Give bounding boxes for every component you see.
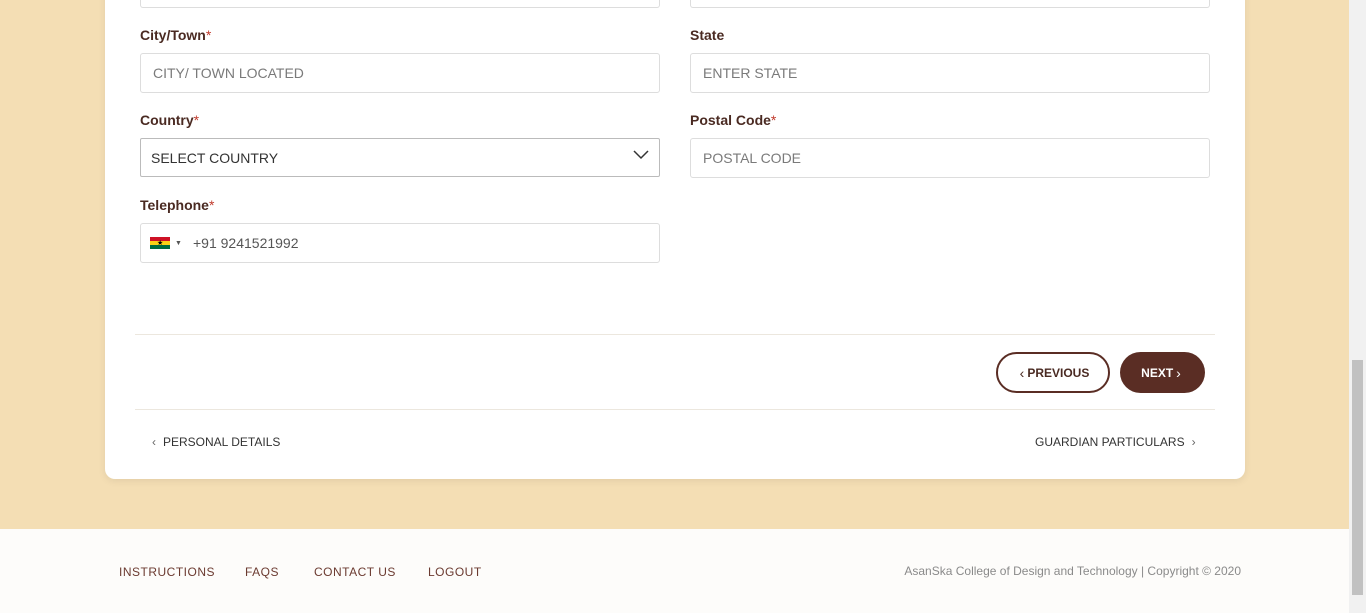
next-button-label: NEXT	[1141, 365, 1174, 380]
postal-label-text: Postal Code	[690, 112, 771, 128]
prev-step-link[interactable]: ‹ PERSONAL DETAILS	[152, 435, 280, 449]
city-label-text: City/Town	[140, 27, 206, 43]
required-marker: *	[205, 27, 212, 43]
postal-code-input[interactable]	[690, 138, 1210, 178]
footer-link-faqs[interactable]: FAQS	[245, 565, 279, 579]
required-marker: *	[193, 112, 200, 128]
state-label: State	[690, 27, 725, 43]
address-field-stub[interactable]	[140, 0, 660, 8]
chevron-down-icon	[633, 150, 649, 160]
previous-button-label: PREVIOUS	[1027, 365, 1090, 380]
state-input[interactable]	[690, 53, 1210, 93]
city-input[interactable]	[140, 53, 660, 93]
required-marker: *	[770, 112, 777, 128]
country-select[interactable]: SELECT COUNTRY	[140, 138, 660, 177]
footer-link-logout[interactable]: LOGOUT	[428, 565, 482, 579]
footer-link-instructions[interactable]: INSTRUCTIONS	[119, 565, 215, 579]
scrollbar[interactable]	[1349, 0, 1366, 613]
divider	[135, 334, 1215, 335]
footer-link-contact[interactable]: CONTACT US	[314, 565, 396, 579]
next-step-link[interactable]: GUARDIAN PARTICULARS ›	[1035, 435, 1196, 449]
form-card: City/Town* State Country* SELECT COUNTRY…	[105, 0, 1245, 479]
footer: INSTRUCTIONS FAQS CONTACT US LOGOUT Asan…	[0, 529, 1349, 613]
ghana-flag-icon: ★	[150, 236, 170, 250]
divider	[135, 409, 1215, 410]
copyright-text: AsanSka College of Design and Technology…	[904, 564, 1241, 578]
country-label: Country*	[140, 112, 199, 128]
chevron-left-icon: ‹	[1019, 364, 1025, 381]
city-label: City/Town*	[140, 27, 211, 43]
chevron-right-icon: ›	[1191, 435, 1196, 449]
previous-button[interactable]: ‹ PREVIOUS	[996, 352, 1110, 393]
required-marker: *	[208, 197, 215, 213]
chevron-left-icon: ‹	[152, 435, 156, 449]
country-label-text: Country	[140, 112, 194, 128]
prev-step-label: PERSONAL DETAILS	[163, 435, 281, 449]
chevron-right-icon: ›	[1176, 364, 1181, 381]
telephone-field: ★ ▼	[140, 223, 660, 263]
country-select-value: SELECT COUNTRY	[151, 149, 279, 166]
address2-field-stub[interactable]	[690, 0, 1210, 8]
scrollbar-thumb[interactable]	[1352, 360, 1363, 595]
caret-down-icon: ▼	[175, 239, 182, 247]
telephone-input[interactable]	[193, 235, 633, 251]
telephone-label-text: Telephone	[140, 197, 209, 213]
next-button[interactable]: NEXT ›	[1120, 352, 1205, 393]
next-step-label: GUARDIAN PARTICULARS	[1035, 435, 1185, 449]
telephone-label: Telephone*	[140, 197, 214, 213]
country-code-dropdown[interactable]: ★ ▼	[141, 236, 193, 250]
postal-label: Postal Code*	[690, 112, 776, 128]
